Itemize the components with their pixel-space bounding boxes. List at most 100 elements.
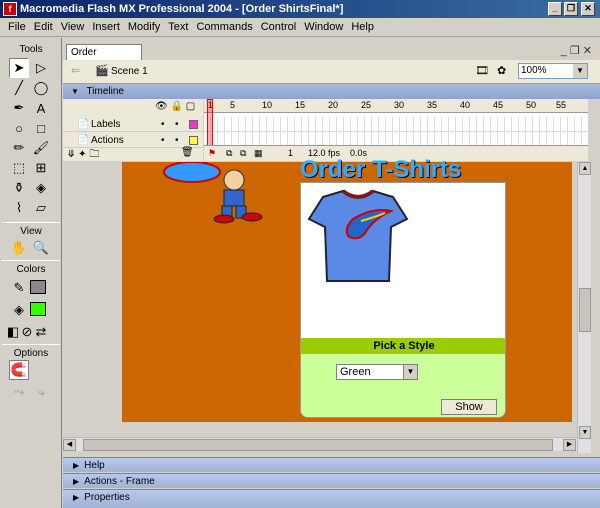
- pencil-tool-icon[interactable]: ✏: [9, 138, 29, 158]
- menu-modify[interactable]: Modify: [124, 21, 164, 33]
- lasso-tool-icon[interactable]: ◯: [31, 78, 51, 98]
- scroll-down-icon[interactable]: ▼: [579, 426, 591, 439]
- subselect-tool-icon[interactable]: ▷: [31, 58, 51, 78]
- style-select[interactable]: Green ▼: [336, 364, 418, 380]
- chevron-down-icon[interactable]: ▼: [403, 365, 417, 379]
- eyedropper-tool-icon[interactable]: ⌇: [9, 198, 29, 218]
- timeline-layers: 👁 🔒 ▢ 📄 Labels • • 📄 Actions • • ⤋ ✦ 🗀 🗑: [63, 99, 203, 161]
- vertical-scrollbar[interactable]: ▲ ▼: [577, 162, 591, 453]
- onion-skin-icon[interactable]: ⚑: [208, 146, 216, 161]
- arrow-tool-icon[interactable]: ➤: [9, 58, 29, 78]
- cartoon-character-graphic[interactable]: [162, 162, 272, 224]
- horizontal-scrollbar[interactable]: ◀ ▶: [63, 437, 577, 451]
- menu-view[interactable]: View: [57, 21, 89, 33]
- frame-row[interactable]: [204, 117, 588, 132]
- ruler-tick: 40: [460, 100, 471, 110]
- menu-control[interactable]: Control: [257, 21, 300, 33]
- scroll-left-icon[interactable]: ◀: [63, 439, 76, 451]
- black-white-icon[interactable]: ◧: [6, 322, 20, 342]
- scroll-up-icon[interactable]: ▲: [579, 162, 591, 175]
- hand-tool-icon[interactable]: ✋: [9, 238, 29, 258]
- tools-title: Tools: [19, 44, 43, 55]
- layer-row[interactable]: 📄 Labels • •: [63, 117, 203, 132]
- rectangle-tool-icon[interactable]: □: [31, 118, 51, 138]
- shirt-card: Pick a Style Green ▼ Show: [300, 182, 506, 418]
- ruler-tick: 20: [328, 100, 339, 110]
- doc-minimize-icon[interactable]: _: [561, 45, 567, 57]
- tools-panel: Tools ➤ ▷ ╱ ◯ ✒ A ○ □ ✏ 🖌 ⬚ ⊞ ⚱ ◈ ⌇ ▱ Vi…: [0, 38, 62, 508]
- stroke-color-swatch[interactable]: [30, 280, 46, 294]
- ruler-tick: 50: [526, 100, 537, 110]
- edit-symbols-icon[interactable]: ✿: [497, 64, 506, 77]
- expand-triangle-icon[interactable]: ▶: [73, 458, 79, 473]
- restore-button[interactable]: ❐: [564, 2, 578, 16]
- fill-color-icon[interactable]: ◈: [9, 300, 29, 320]
- line-tool-icon[interactable]: ╱: [9, 78, 29, 98]
- title-bar: f Macromedia Flash MX Professional 2004 …: [0, 0, 600, 18]
- menu-help[interactable]: Help: [347, 21, 378, 33]
- menu-window[interactable]: Window: [300, 21, 347, 33]
- scroll-right-icon[interactable]: ▶: [563, 439, 576, 451]
- ruler-tick: 10: [262, 100, 273, 110]
- tools-divider: [2, 344, 60, 345]
- no-color-icon[interactable]: ⊘: [20, 322, 34, 342]
- back-arrow-icon[interactable]: ⇐: [71, 64, 80, 77]
- dot-icon: •: [175, 135, 179, 146]
- doc-close-icon[interactable]: ✕: [583, 45, 592, 57]
- pen-tool-icon[interactable]: ✒: [9, 98, 29, 118]
- menu-commands[interactable]: Commands: [192, 21, 256, 33]
- insert-layer-icon[interactable]: ⤋: [67, 149, 75, 160]
- ink-bottle-tool-icon[interactable]: ⚱: [9, 178, 29, 198]
- expand-triangle-icon[interactable]: ▶: [73, 490, 79, 505]
- horizontal-scroll-thumb[interactable]: [83, 439, 553, 451]
- menu-text[interactable]: Text: [164, 21, 192, 33]
- doc-restore-icon[interactable]: ❐: [570, 45, 580, 57]
- insert-folder-icon[interactable]: 🗀: [89, 149, 99, 160]
- modify-markers-icon[interactable]: ▦: [254, 146, 263, 161]
- snap-magnet-icon[interactable]: 🧲: [9, 360, 29, 380]
- minimize-button[interactable]: _: [548, 2, 562, 16]
- eraser-tool-icon[interactable]: ▱: [31, 198, 51, 218]
- chevron-down-icon[interactable]: ▼: [573, 64, 587, 78]
- card-header: Pick a Style: [301, 338, 505, 354]
- paint-bucket-tool-icon[interactable]: ◈: [31, 178, 51, 198]
- menu-file[interactable]: File: [4, 21, 30, 33]
- close-button[interactable]: ✕: [581, 2, 595, 16]
- show-button[interactable]: Show: [441, 399, 497, 415]
- ruler-tick: 55: [556, 100, 567, 110]
- layer-name: Labels: [91, 119, 121, 130]
- expand-triangle-icon[interactable]: ▼: [71, 84, 79, 99]
- menu-bar: File Edit View Insert Modify Text Comman…: [0, 18, 600, 37]
- scene-label[interactable]: Scene 1: [111, 66, 148, 77]
- frame-ruler: 1 5 10 15 20 25 30 35 40 45 50 55: [204, 99, 588, 113]
- free-transform-tool-icon[interactable]: ⬚: [9, 158, 29, 178]
- menu-edit[interactable]: Edit: [30, 21, 57, 33]
- onion-outlines-icon[interactable]: ⧉: [226, 146, 232, 161]
- fill-color-swatch[interactable]: [30, 302, 46, 316]
- layer-row[interactable]: 📄 Actions • •: [63, 133, 203, 148]
- zoom-tool-icon[interactable]: 🔍: [31, 238, 51, 258]
- smooth-icon: ⤳: [13, 384, 25, 399]
- fill-transform-tool-icon[interactable]: ⊞: [31, 158, 51, 178]
- properties-panel-header[interactable]: ▶ Properties: [63, 489, 600, 508]
- oval-tool-icon[interactable]: ○: [9, 118, 29, 138]
- zoom-select[interactable]: 100% ▼: [518, 63, 588, 79]
- timeline-header[interactable]: ▼ Timeline: [63, 84, 600, 99]
- edit-scene-icon[interactable]: 🎞: [475, 64, 489, 77]
- brush-tool-icon[interactable]: 🖌: [31, 138, 51, 158]
- style-select-value: Green: [340, 366, 371, 378]
- menu-insert[interactable]: Insert: [88, 21, 124, 33]
- vertical-scroll-thumb[interactable]: [579, 288, 591, 332]
- stroke-color-icon[interactable]: ✎: [9, 278, 29, 298]
- add-guide-icon[interactable]: ✦: [78, 149, 86, 160]
- timeline-frames[interactable]: 1 5 10 15 20 25 30 35 40 45 50 55 ⚑ ⧉ ⧉ …: [204, 99, 588, 161]
- document-tab[interactable]: Order ShirtsFinal*: [66, 44, 142, 73]
- actions-panel-header[interactable]: ▶ Actions - Frame: [63, 473, 600, 488]
- text-tool-icon[interactable]: A: [31, 98, 51, 118]
- edit-multiple-icon[interactable]: ⧉: [240, 146, 246, 161]
- expand-triangle-icon[interactable]: ▶: [73, 474, 79, 489]
- banner-text: Order T-Shirts: [300, 156, 462, 183]
- swap-colors-icon[interactable]: ⇄: [34, 322, 48, 342]
- help-panel-header[interactable]: ▶ Help: [63, 457, 600, 472]
- trash-icon[interactable]: 🗑: [181, 147, 194, 158]
